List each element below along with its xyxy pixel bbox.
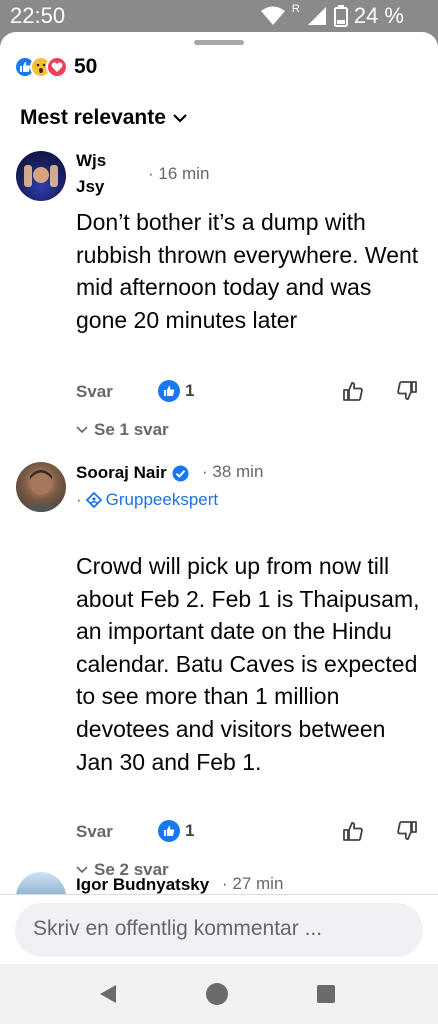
- status-time: 22:50: [10, 3, 66, 28]
- back-icon[interactable]: [97, 983, 119, 1005]
- reply-button[interactable]: Svar: [76, 382, 113, 402]
- comment-like-summary[interactable]: 1: [158, 820, 194, 842]
- drag-handle[interactable]: [194, 40, 244, 45]
- thumbs-up-icon[interactable]: [342, 820, 364, 842]
- group-expert-badge[interactable]: · Gruppeekspert: [76, 490, 218, 510]
- avatar[interactable]: [16, 151, 66, 201]
- home-icon[interactable]: [206, 983, 228, 1005]
- verified-badge-icon: [172, 465, 189, 481]
- network-label: R: [291, 3, 300, 15]
- love-icon: [46, 56, 68, 78]
- comments-sheet: 50 Mest relevante Wjs Jsy · 16 min Don’t…: [0, 32, 438, 964]
- chevron-down-icon: [173, 114, 187, 123]
- avatar[interactable]: [16, 462, 66, 512]
- reply-button[interactable]: Svar: [76, 822, 113, 842]
- badge-label: Gruppeekspert: [105, 490, 219, 509]
- comment-like-summary[interactable]: 1: [158, 380, 194, 402]
- status-icons: R 24 %: [260, 3, 404, 29]
- like-count: 1: [185, 381, 195, 400]
- comment-text: Crowd will pick up from now till about F…: [76, 553, 420, 775]
- comment-actions: Svar 1: [76, 380, 422, 408]
- like-icon: [158, 380, 180, 402]
- comment-author[interactable]: Sooraj Nair: [76, 460, 189, 486]
- sort-label: Mest relevante: [20, 106, 166, 129]
- author-name: Sooraj Nair: [76, 463, 167, 482]
- author-name: Igor Budnyatsky: [76, 875, 210, 894]
- recent-apps-icon[interactable]: [317, 985, 335, 1003]
- sort-dropdown[interactable]: Mest relevante: [20, 106, 188, 130]
- comment-text: Don’t bother it’s a dump with rubbish th…: [76, 209, 419, 333]
- system-nav-bar: [0, 964, 438, 1024]
- reaction-count: 50: [74, 55, 98, 78]
- author-name-line2: Jsy: [76, 177, 105, 196]
- comment-time[interactable]: · 38 min: [202, 462, 263, 482]
- view-replies-button[interactable]: Se 1 svar: [76, 420, 169, 440]
- like-icon: [158, 820, 180, 842]
- battery-percent: 24 %: [353, 3, 404, 28]
- reactions-summary[interactable]: 50: [14, 55, 97, 79]
- comment-author[interactable]: Wjs Jsy: [76, 148, 106, 200]
- badge-separator: ·: [76, 490, 82, 509]
- status-bar: 22:50 R 24 %: [0, 0, 438, 32]
- wifi-icon: [260, 6, 285, 25]
- like-count: 1: [185, 821, 195, 840]
- thumbs-up-icon[interactable]: [342, 380, 364, 402]
- comment-actions: Svar 1: [76, 820, 422, 848]
- comment-composer-bar: Skriv en offentlig kommentar ...: [0, 894, 438, 964]
- chevron-down-icon: [76, 426, 88, 434]
- thumbs-down-icon[interactable]: [396, 820, 418, 842]
- expert-badge-icon: [85, 492, 102, 508]
- comment-input[interactable]: Skriv en offentlig kommentar ...: [15, 903, 423, 957]
- comment-time[interactable]: · 16 min: [148, 164, 209, 184]
- author-name-line1: Wjs: [76, 151, 107, 170]
- thumbs-down-icon[interactable]: [396, 380, 418, 402]
- signal-icon: [307, 7, 326, 25]
- comment-time[interactable]: · 27 min: [222, 874, 283, 894]
- view-replies-label: Se 1 svar: [94, 420, 169, 439]
- battery-icon: [333, 5, 348, 27]
